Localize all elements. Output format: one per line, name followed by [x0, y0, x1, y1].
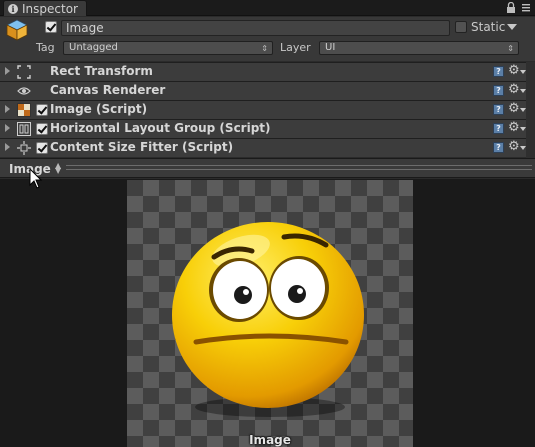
- lock-icon[interactable]: [506, 2, 516, 13]
- updown-arrow-icon: ⇕: [507, 44, 514, 53]
- gear-icon[interactable]: ⚙: [508, 64, 520, 78]
- component-enabled-checkbox[interactable]: [36, 123, 48, 135]
- tag-value: Untagged: [69, 42, 118, 53]
- layout-group-icon: [17, 122, 31, 136]
- foldout-arrow-icon[interactable]: [5, 105, 10, 113]
- preview-dropdown-arrow-icon[interactable]: ▲ ▼: [55, 162, 61, 175]
- static-dropdown-arrow-icon[interactable]: [507, 24, 517, 30]
- help-icon[interactable]: ?: [493, 142, 504, 153]
- component-row-image-script[interactable]: Image (Script) ? ⚙: [0, 100, 535, 119]
- foldout-arrow-icon[interactable]: [5, 124, 10, 132]
- component-row-rect-transform[interactable]: Rect Transform ? ⚙: [0, 62, 535, 81]
- tab-label: Inspector: [22, 1, 78, 16]
- smiley-emoji-image: [172, 222, 364, 417]
- menu-icon[interactable]: [521, 2, 531, 13]
- tag-dropdown[interactable]: Untagged ⇕: [63, 41, 273, 55]
- static-checkbox[interactable]: [455, 21, 467, 33]
- component-enabled-checkbox[interactable]: [36, 104, 48, 116]
- component-row-horizontal-layout-group[interactable]: Horizontal Layout Group (Script) ? ⚙: [0, 119, 535, 138]
- preview-header[interactable]: [0, 158, 535, 178]
- updown-arrow-icon: ⇕: [261, 44, 268, 53]
- gear-icon[interactable]: ⚙: [508, 121, 520, 135]
- foldout-arrow-icon[interactable]: [5, 143, 10, 151]
- rect-transform-icon: [17, 65, 31, 79]
- tag-label: Tag: [36, 41, 55, 54]
- layer-value: UI: [325, 42, 336, 53]
- layer-label: Layer: [280, 41, 311, 54]
- eye-icon: [17, 87, 31, 95]
- size-fitter-icon: [17, 141, 31, 155]
- component-title: Canvas Renderer: [50, 83, 166, 97]
- object-name-input[interactable]: Image: [61, 20, 450, 36]
- gameobject-cube-icon: [6, 19, 28, 41]
- inspector-scrollbar[interactable]: [526, 62, 535, 158]
- preview-splitter-line[interactable]: [66, 165, 532, 166]
- component-title: Rect Transform: [50, 64, 153, 78]
- help-icon[interactable]: ?: [493, 104, 504, 115]
- tab-inspector[interactable]: i Inspector: [3, 0, 87, 16]
- gear-icon[interactable]: ⚙: [508, 102, 520, 116]
- component-title: Image (Script): [50, 102, 148, 116]
- layer-dropdown[interactable]: UI ⇕: [319, 41, 519, 55]
- foldout-arrow-icon[interactable]: [5, 67, 10, 75]
- preview-splitter-line[interactable]: [66, 169, 532, 170]
- component-enabled-checkbox[interactable]: [36, 142, 48, 154]
- help-icon[interactable]: ?: [493, 66, 504, 77]
- info-icon: i: [8, 3, 18, 14]
- component-row-canvas-renderer[interactable]: Canvas Renderer ? ⚙: [0, 81, 535, 100]
- component-title: Horizontal Layout Group (Script): [50, 121, 271, 135]
- help-icon[interactable]: ?: [493, 85, 504, 96]
- static-label: Static: [471, 20, 506, 34]
- mouse-cursor-icon: [29, 168, 43, 189]
- image-script-icon: [17, 103, 31, 117]
- component-title: Content Size Fitter (Script): [50, 140, 234, 154]
- gear-icon[interactable]: ⚙: [508, 140, 520, 154]
- active-checkbox[interactable]: [45, 21, 57, 33]
- gear-icon[interactable]: ⚙: [508, 83, 520, 97]
- help-icon[interactable]: ?: [493, 123, 504, 134]
- component-row-content-size-fitter[interactable]: Content Size Fitter (Script) ? ⚙: [0, 138, 535, 157]
- preview-caption: Image: [249, 433, 291, 447]
